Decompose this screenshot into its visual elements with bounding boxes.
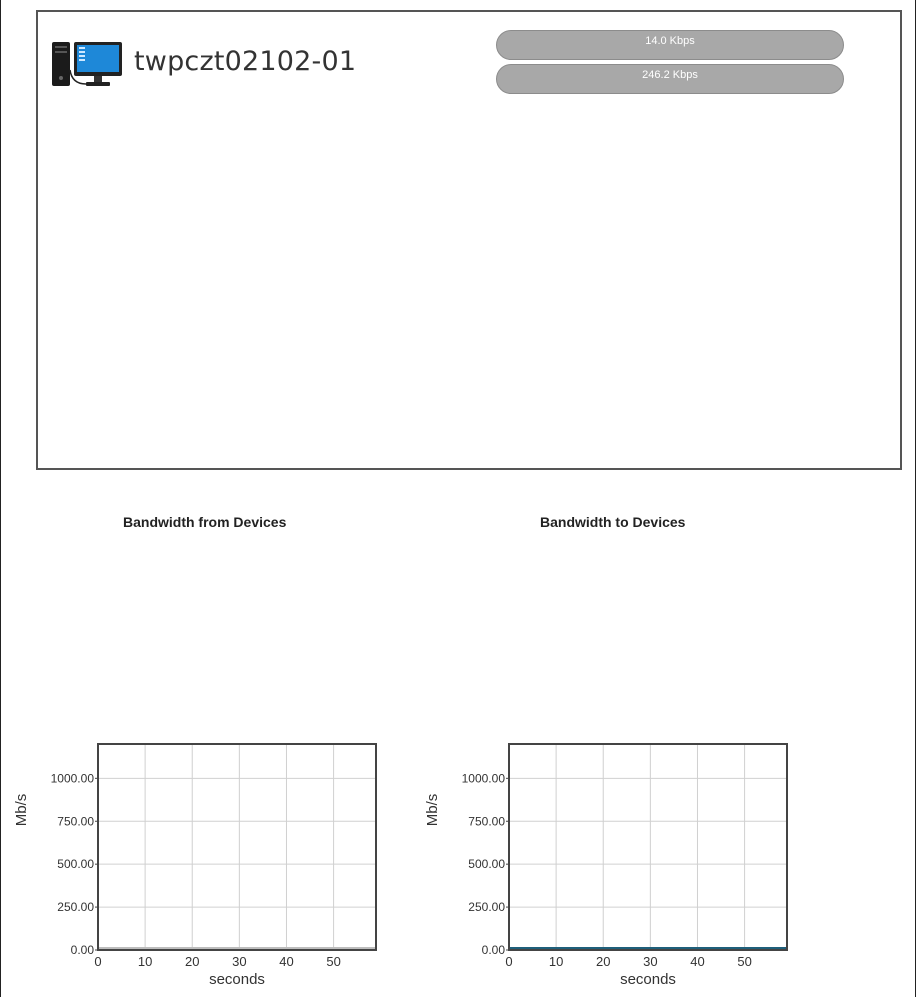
x-tick-label: 10 <box>138 954 152 969</box>
y-tick-label: 0.00 <box>482 943 506 957</box>
y-tick-label: 500.00 <box>468 857 505 871</box>
bandwidth-to-devices-chart: 0.00 250.00 500.00 750.00 1000.00 0 10 20 30 40 50… <box>424 743 788 988</box>
x-tick-label: 30 <box>643 954 657 969</box>
chart-title-to-devices: Bandwidth to Devices <box>540 514 686 530</box>
x-tick-label: 50 <box>737 954 751 969</box>
desktop-computer-icon[interactable] <box>50 40 124 88</box>
y-axis-label: Mb/s <box>424 794 441 827</box>
y-tick-label: 0.00 <box>71 943 95 957</box>
chart-title-from-devices: Bandwidth from Devices <box>123 514 287 530</box>
x-tick-label: 40 <box>690 954 704 969</box>
y-tick-label: 1000.00 <box>51 771 95 785</box>
y-tick-label: 250.00 <box>468 900 505 914</box>
upload-speed-badge: 14.0 Kbps <box>496 30 844 60</box>
x-tick-label: 50 <box>326 954 340 969</box>
y-tick-label: 500.00 <box>57 857 94 871</box>
y-tick-label: 750.00 <box>57 814 94 828</box>
y-axis-label: Mb/s <box>13 794 30 827</box>
x-tick-label: 20 <box>185 954 199 969</box>
x-axis-label: seconds <box>209 971 265 988</box>
x-tick-label: 30 <box>232 954 246 969</box>
y-tick-label: 250.00 <box>57 900 94 914</box>
plot-background <box>98 744 376 950</box>
download-speed-badge: 246.2 Kbps <box>496 64 844 94</box>
device-panel: twpczt02102-01 14.0 Kbps 246.2 Kbps <box>36 10 902 470</box>
x-tick-label: 20 <box>596 954 610 969</box>
y-tick-label: 750.00 <box>468 814 505 828</box>
x-tick-label: 0 <box>94 954 101 969</box>
plot-background <box>509 744 787 950</box>
x-tick-label: 40 <box>279 954 293 969</box>
x-axis-label: seconds <box>620 971 676 988</box>
device-name[interactable]: twpczt02102-01 <box>134 46 356 77</box>
x-tick-label: 10 <box>549 954 563 969</box>
y-tick-label: 1000.00 <box>462 771 506 785</box>
x-tick-label: 0 <box>505 954 512 969</box>
page-border-left <box>0 0 1 997</box>
bandwidth-from-devices-chart: 0.00 250.00 500.00 750.00 1000.00 0 10 20 30 40 50… <box>13 743 377 988</box>
